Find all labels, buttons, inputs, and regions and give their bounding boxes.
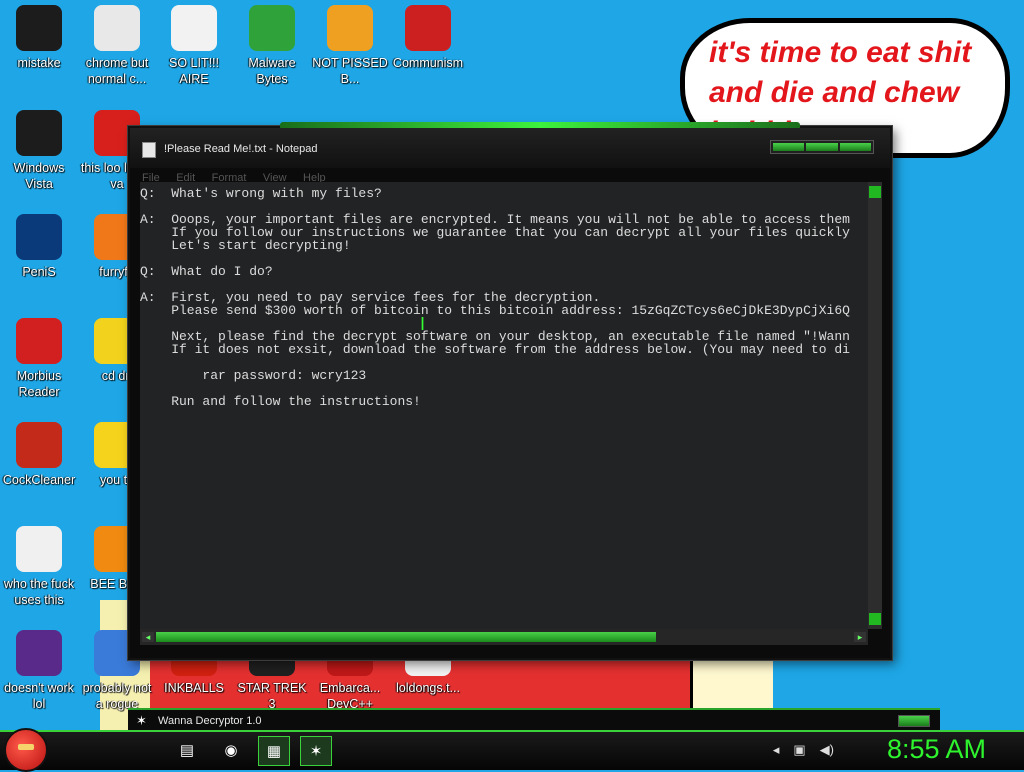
text-line: Run and follow the instructions! — [140, 394, 421, 409]
desktop-icon-label: chrome but normal c... — [85, 56, 149, 86]
recycle-icon — [16, 110, 62, 156]
desktop-icon[interactable]: doesn't work lol — [0, 630, 78, 712]
back-icon[interactable]: ◂ — [773, 742, 780, 758]
taskbar: ▤ ◉ ▦ ✶ ◂ ▣ ◀) 8:55 AM — [0, 728, 1024, 772]
lightning-icon — [16, 526, 62, 572]
desktop-icon[interactable]: Communism — [389, 5, 467, 71]
text-line: If it does not exsit, download the softw… — [140, 342, 850, 357]
network-icon[interactable]: ▣ — [793, 742, 805, 758]
flag-icon — [405, 5, 451, 51]
notepad-icon — [142, 142, 156, 158]
decryptor-title: Wanna Decryptor 1.0 — [158, 715, 262, 727]
chrome-icon: ◉ — [224, 742, 238, 759]
desktop-icon[interactable]: CockCleaner — [0, 422, 78, 488]
pdf-icon — [16, 318, 62, 364]
desktop-icon-label: SO LIT!!! AIRE — [168, 56, 219, 86]
decryptor-window[interactable]: ✶ Wanna Decryptor 1.0 — [128, 708, 940, 732]
volume-icon[interactable]: ◀) — [820, 742, 834, 758]
close-button[interactable] — [839, 143, 871, 151]
yahoo-icon — [16, 630, 62, 676]
taskbar-chrome[interactable]: ◉ — [216, 736, 246, 764]
desktop-icon[interactable]: Malware Bytes — [233, 5, 311, 87]
shield-icon — [249, 5, 295, 51]
desktop-icon[interactable]: chrome but normal c... — [78, 5, 156, 87]
scroll-left-button[interactable]: ◂ — [142, 632, 154, 642]
desktop-icon[interactable]: Morbius Reader — [0, 318, 78, 400]
desktop-icon-label: mistake — [17, 56, 61, 70]
bubble-line: and die and chew — [709, 76, 960, 109]
title-bar[interactable]: !Please Read Me!.txt - Notepad — [130, 128, 890, 168]
taskbar-notepad[interactable]: ▦ — [258, 736, 290, 766]
notepad-icon: ▦ — [266, 743, 282, 760]
text-line: Q: What do I do? — [140, 264, 273, 279]
ccleaner-icon — [16, 422, 62, 468]
horizontal-scrollbar[interactable]: ◂ ▸ — [140, 629, 868, 645]
desktop-icon[interactable]: Windows Vista — [0, 110, 78, 192]
desktop-icon-label: CockCleaner — [2, 473, 76, 487]
desktop-icon-label: Communism — [392, 56, 464, 70]
text-line: Let's start decrypting! — [140, 238, 351, 253]
desktop-icon[interactable]: PeniS — [0, 214, 78, 280]
vertical-scrollbar[interactable] — [868, 182, 882, 629]
text-editor[interactable]: Q: What's wrong with my files? A: Ooops, … — [140, 182, 868, 629]
desktop-icon-label: Morbius Reader — [16, 369, 62, 399]
system-tray: ◂ ▣ ◀) — [773, 742, 834, 758]
wand-icon: ✶ — [136, 713, 147, 728]
desktop-icon-label: Windows Vista — [13, 161, 65, 191]
photoshop-icon — [16, 214, 62, 260]
window-title: !Please Read Me!.txt - Notepad — [164, 143, 318, 155]
chrome-icon — [94, 5, 140, 51]
desktop-icon[interactable]: who the fuck uses this — [0, 526, 78, 608]
maximize-button[interactable] — [806, 143, 838, 151]
bubble-line: it's time to eat shit — [709, 36, 972, 69]
text-line: Q: What's wrong with my files? — [140, 186, 382, 201]
text-cursor-icon: I — [420, 314, 426, 334]
wand-icon: ✶ — [309, 743, 323, 760]
menu-bar: File Edit Format View Help — [130, 168, 890, 184]
pig-icon — [327, 5, 373, 51]
text-line: Please send $300 worth of bitcoin to thi… — [140, 303, 850, 318]
folder-icon: ▤ — [179, 742, 195, 759]
desktop-icon[interactable]: mistake — [0, 5, 78, 71]
start-button[interactable] — [4, 728, 48, 772]
window-controls — [770, 140, 874, 154]
card-icon — [171, 5, 217, 51]
desktop-icon[interactable]: NOT PISSED B... — [311, 5, 389, 87]
desktop-icon-label: NOT PISSED B... — [312, 56, 388, 86]
desktop-icon[interactable]: SO LIT!!! AIRE — [155, 5, 233, 87]
desktop-icon-label: INKBALLS — [164, 681, 224, 695]
desktop-icon-label: who the fuck uses this — [3, 577, 75, 607]
scroll-down-button[interactable] — [869, 613, 881, 625]
scroll-up-button[interactable] — [869, 186, 881, 198]
notepad-window[interactable]: !Please Read Me!.txt - Notepad File Edit… — [128, 122, 892, 660]
minimize-button[interactable] — [773, 143, 805, 151]
scroll-right-button[interactable]: ▸ — [854, 632, 866, 642]
text-line: rar password: wcry123 — [140, 368, 367, 383]
desktop-icon-label: Malware Bytes — [248, 56, 296, 86]
clock[interactable]: 8:55 AM — [887, 734, 986, 765]
desktop-icon-label: loldongs.t... — [396, 681, 460, 695]
green-circle-icon — [16, 5, 62, 51]
taskbar-decryptor[interactable]: ✶ — [300, 736, 332, 766]
desktop-icon-label: doesn't work lol — [4, 681, 74, 711]
scroll-thumb[interactable] — [156, 632, 656, 642]
taskbar-explorer[interactable]: ▤ — [172, 736, 202, 764]
decryptor-controls[interactable] — [898, 715, 930, 727]
desktop-icon-label: PeniS — [22, 265, 56, 279]
